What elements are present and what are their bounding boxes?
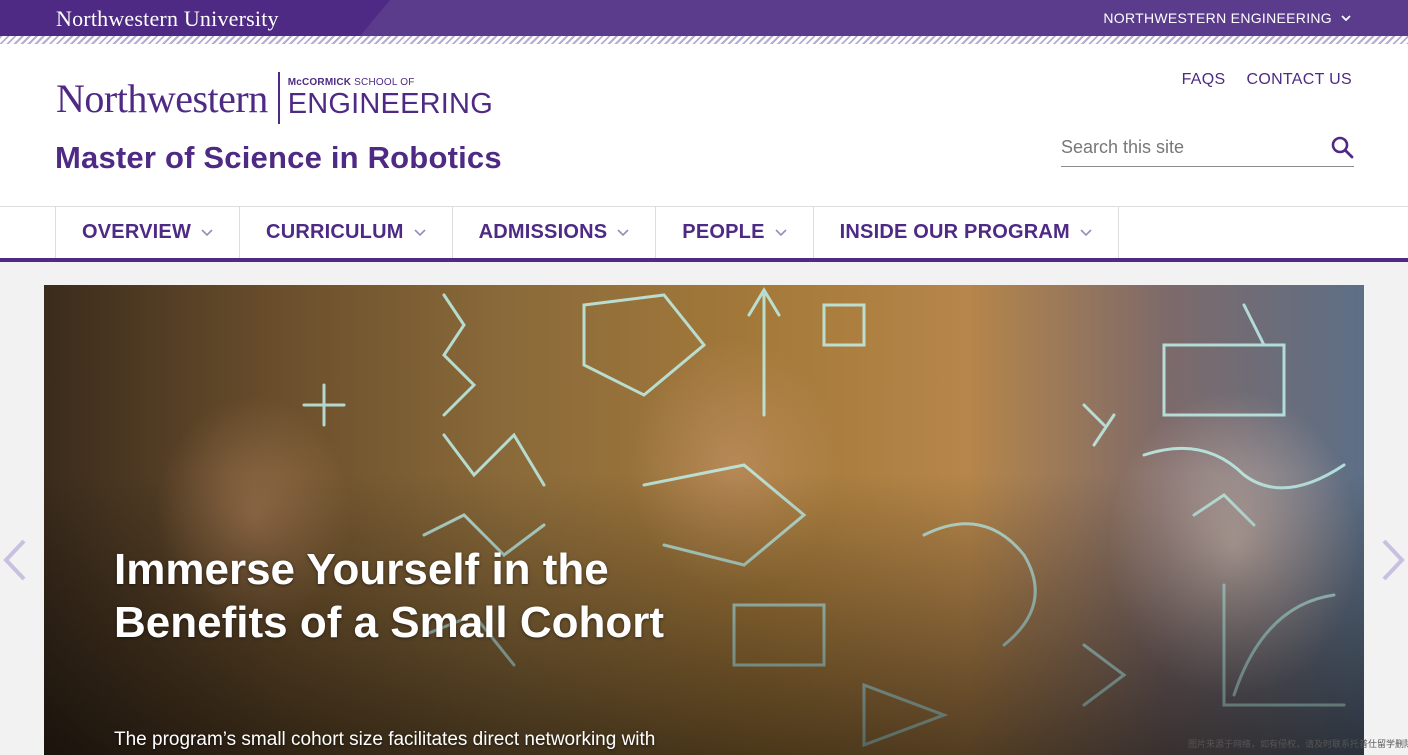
search-input[interactable] xyxy=(1061,128,1311,164)
hero-subtitle: The program’s small cohort size facilita… xyxy=(114,729,656,750)
image-watermark: 图片来源于网络，如有侵权，请及时联系托普仕留学删除 xyxy=(1188,739,1408,749)
logo-mccormick-line: McCORMICK SCHOOL OF xyxy=(287,76,493,88)
next-slide-icon[interactable] xyxy=(1378,537,1408,583)
hero-title: Immerse Yourself in the Benefits of a Sm… xyxy=(114,545,665,647)
chevron-down-icon xyxy=(775,228,787,236)
utility-links: FAQS CONTACT US xyxy=(1182,71,1352,89)
nav-item-curriculum[interactable]: CURRICULUM xyxy=(239,207,452,258)
logo-northwestern: Northwestern xyxy=(56,75,268,121)
nav-item-inside-our-program[interactable]: INSIDE OUR PROGRAM xyxy=(812,207,1119,258)
northwestern-engineering-dropdown[interactable]: NORTHWESTERN ENGINEERING xyxy=(1103,10,1352,26)
main-navigation: OVERVIEW CURRICULUM ADMISSIONS PEOPLE IN… xyxy=(0,206,1408,258)
chevron-down-icon xyxy=(1341,15,1351,22)
logo-divider xyxy=(277,72,280,124)
nav-item-label: OVERVIEW xyxy=(82,221,192,243)
chevron-down-icon xyxy=(1080,228,1092,236)
search-icon[interactable] xyxy=(1330,135,1354,159)
nav-items: OVERVIEW CURRICULUM ADMISSIONS PEOPLE IN… xyxy=(55,207,1119,258)
logo-mccormick-word: McCORMICK xyxy=(287,76,352,88)
chevron-down-icon xyxy=(617,228,629,236)
nav-item-label: CURRICULUM xyxy=(266,221,404,243)
top-bar: Northwestern University NORTHWESTERN ENG… xyxy=(0,0,1408,36)
nav-item-people[interactable]: PEOPLE xyxy=(655,207,812,258)
hero-slide: Immerse Yourself in the Benefits of a Sm… xyxy=(44,285,1364,755)
hero-shade xyxy=(44,285,1364,755)
site-title[interactable]: Master of Science in Robotics xyxy=(55,140,502,176)
chevron-down-icon xyxy=(201,228,213,236)
site-search xyxy=(1061,128,1354,167)
nav-item-admissions[interactable]: ADMISSIONS xyxy=(451,207,656,258)
nav-item-label: PEOPLE xyxy=(682,221,765,243)
decorative-stripe xyxy=(0,36,1408,44)
nav-item-overview[interactable]: OVERVIEW xyxy=(55,207,239,258)
previous-slide-icon[interactable] xyxy=(0,537,30,583)
mccormick-logo-link[interactable]: Northwestern McCORMICK SCHOOL OF ENGINEE… xyxy=(56,72,493,124)
logo-school-of: SCHOOL OF xyxy=(354,76,415,88)
chevron-down-icon xyxy=(414,228,426,236)
contact-us-link[interactable]: CONTACT US xyxy=(1246,71,1352,89)
nav-item-label: ADMISSIONS xyxy=(478,221,608,243)
northwestern-university-link[interactable]: Northwestern University xyxy=(56,6,279,32)
nav-item-label: INSIDE OUR PROGRAM xyxy=(839,221,1070,243)
northwestern-engineering-label: NORTHWESTERN ENGINEERING xyxy=(1103,10,1332,26)
faqs-link[interactable]: FAQS xyxy=(1182,71,1226,89)
logo-mccormick: McCORMICK SCHOOL OF ENGINEERING xyxy=(287,76,493,120)
logo-engineering: ENGINEERING xyxy=(287,87,493,120)
